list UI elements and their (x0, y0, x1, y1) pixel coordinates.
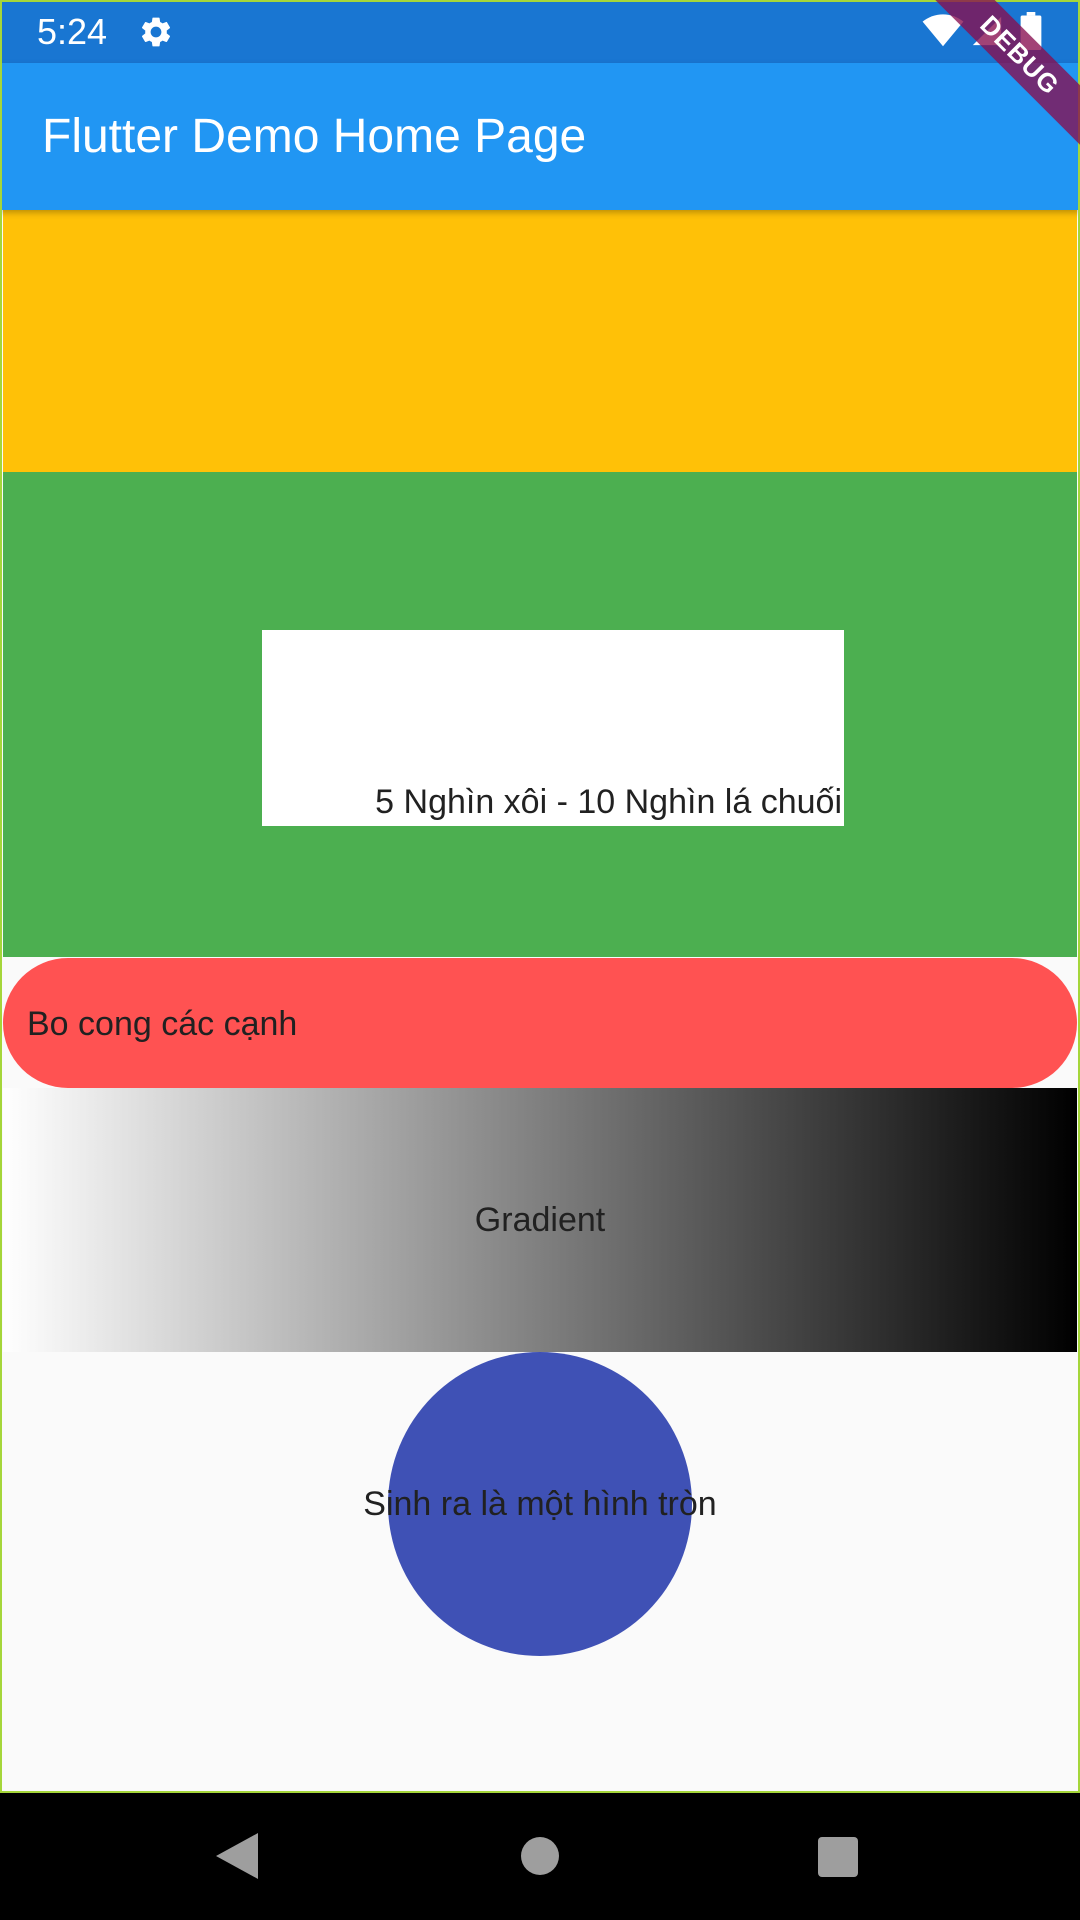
app-screen: 5:24 Flutter Demo Home Page DEBUG 5 Nghì… (0, 0, 1080, 1920)
amber-container (3, 210, 1077, 472)
status-bar: 5:24 (0, 0, 1080, 63)
inner-box-text: 5 Nghìn xôi - 10 Nghìn lá chuối (375, 783, 842, 821)
white-inner-box: 5 Nghìn xôi - 10 Nghìn lá chuối (262, 630, 844, 826)
gradient-container-text: Gradient (474, 1201, 606, 1239)
recent-apps-icon[interactable] (818, 1837, 858, 1877)
back-icon[interactable] (216, 1833, 258, 1879)
rounded-container-text: Bo cong các cạnh (27, 1005, 298, 1043)
gradient-container: Gradient (3, 1088, 1077, 1352)
status-time: 5:24 (37, 11, 108, 52)
app-bar: Flutter Demo Home Page (0, 63, 1080, 210)
navigation-bar (0, 1793, 1080, 1920)
app-bar-title: Flutter Demo Home Page (42, 110, 587, 163)
rounded-container: Bo cong các cạnh (3, 958, 1077, 1088)
circle-text: Sinh ra là một hình tròn (363, 1485, 717, 1523)
gear-icon (141, 17, 171, 47)
home-icon[interactable] (521, 1837, 559, 1875)
